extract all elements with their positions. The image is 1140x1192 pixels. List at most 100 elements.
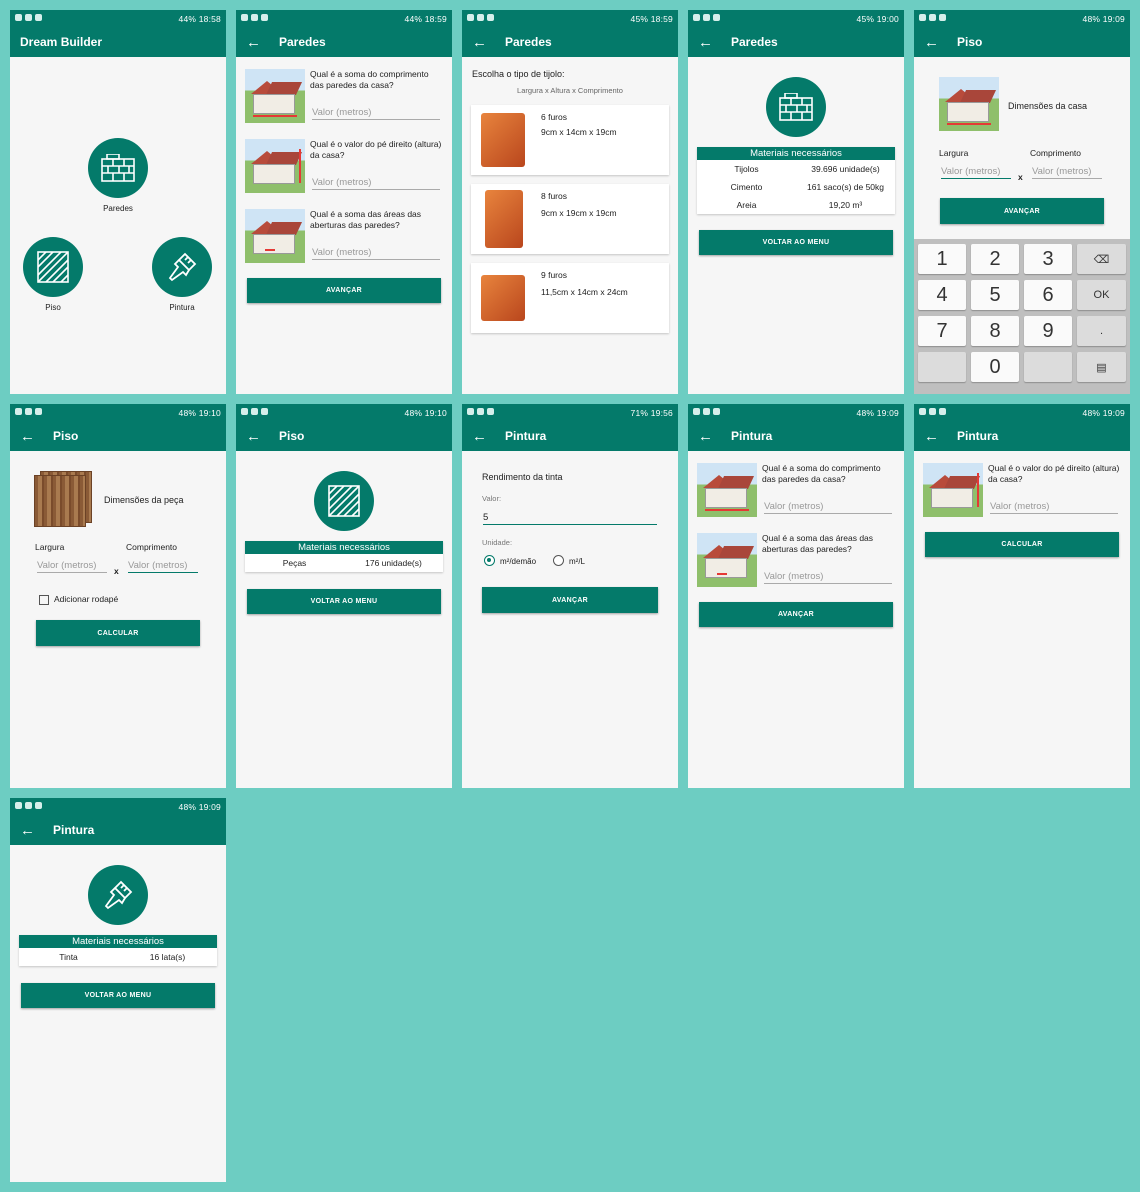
back-arrow-icon[interactable]: ← [20,428,35,445]
question-1: Qual é a soma do comprimento das paredes… [762,463,881,484]
avancar-button[interactable]: AVANÇAR [247,278,441,303]
question-2: Qual é o valor do pé direito (altura) da… [310,139,442,160]
key-3[interactable]: 3 [1024,244,1072,274]
screen-pintura-questions: 48% 19:09 ← Pintura Qual é a soma do comp… [688,404,904,788]
house-image [923,463,983,517]
comprimento-input[interactable]: Valor (metros) [1032,166,1102,179]
app-title: Pintura [505,429,547,443]
app-title: Piso [957,35,983,49]
screen-piso-result: 48% 19:10 ← Piso Materiais necessários Pe… [236,404,452,788]
pintura-label: Pintura [169,303,195,312]
rodape-checkbox[interactable] [39,595,49,605]
avancar-button[interactable]: AVANÇAR [940,198,1104,224]
key-4[interactable]: 4 [918,280,966,310]
app-title: Paredes [505,35,552,49]
status-bar: 71% 19:56 [462,404,678,421]
brick-option-2[interactable]: 8 furos 9cm x 19cm x 19cm [471,184,669,254]
ok-key[interactable]: OK [1077,280,1126,310]
screen-brick-type: 45% 18:59 ← Paredes Escolha o tipo de tij… [462,10,678,394]
brick-option-1[interactable]: 6 furos 9cm x 14cm x 19cm [471,105,669,175]
calcular-button[interactable]: CALCULAR [36,620,200,646]
times-sign: x [114,566,119,576]
back-arrow-icon[interactable]: ← [698,34,713,51]
brick-9-furos-image [481,275,525,321]
voltar-menu-button[interactable]: VOLTAR AO MENU [699,230,893,255]
dimension-label: Dimensões da casa [1008,101,1088,111]
app-title: Paredes [731,35,778,49]
input-aberturas[interactable]: Valor (metros) [312,247,440,260]
avancar-button[interactable]: AVANÇAR [699,602,893,627]
key-1[interactable]: 1 [918,244,966,274]
avancar-button[interactable]: AVANÇAR [482,587,658,613]
comprimento-input[interactable]: Valor (metros) [128,560,198,573]
key-8[interactable]: 8 [971,316,1019,346]
status-bar: 48% 19:10 [236,404,452,421]
input-comprimento[interactable]: Valor (metros) [764,501,892,514]
materials-header: Materiais necessários [697,147,895,160]
status-bar: 44% 18:59 [236,10,452,27]
screen-home: 44% 18:58 Dream Builder Paredes Piso Pin… [10,10,226,394]
app-bar: ← Pintura [688,421,904,451]
input-aberturas[interactable]: Valor (metros) [764,571,892,584]
back-arrow-icon[interactable]: ← [698,428,713,445]
back-arrow-icon[interactable]: ← [924,428,939,445]
valor-label: Valor: [482,494,502,503]
radio-m2-demao[interactable] [484,555,495,566]
key-2[interactable]: 2 [971,244,1019,274]
rendimento-heading: Rendimento da tinta [482,472,563,482]
floor-tile-icon [37,251,69,283]
dot-key[interactable]: . [1077,316,1126,346]
brick-dims: 9cm x 14cm x 19cm [541,127,617,137]
key-5[interactable]: 5 [971,280,1019,310]
screen-paredes-result: 45% 19:00 ← Paredes Materiais necessários… [688,10,904,394]
backspace-icon[interactable]: ⌫ [1077,244,1126,274]
table-row: Peças 176 unidade(s) [282,558,422,568]
keyboard-settings-icon[interactable]: ▤ [1077,352,1126,382]
table-row: Tinta 16 lata(s) [59,952,186,962]
screen-pintura-rendimento: 71% 19:56 ← Pintura Rendimento da tinta V… [462,404,678,788]
key-9[interactable]: 9 [1024,316,1072,346]
voltar-menu-button[interactable]: VOLTAR AO MENU [247,589,441,614]
house-image [245,139,305,193]
input-pe-direito[interactable]: Valor (metros) [312,177,440,190]
back-arrow-icon[interactable]: ← [20,822,35,839]
key-6[interactable]: 6 [1024,280,1072,310]
input-pe-direito[interactable]: Valor (metros) [990,501,1118,514]
back-arrow-icon[interactable]: ← [472,34,487,51]
brick-option-3[interactable]: 9 furos 11,5cm x 14cm x 24cm [471,263,669,333]
app-bar: ← Pintura [914,421,1130,451]
radio-m2-l[interactable] [553,555,564,566]
piso-button[interactable] [23,237,83,297]
wood-piece-image [34,475,86,527]
app-bar: ← Piso [914,27,1130,57]
house-image [939,77,999,131]
largura-label: Largura [35,542,65,552]
valor-input[interactable]: 5 [483,512,657,525]
app-bar: ← Piso [236,421,452,451]
paint-brush-icon [88,865,148,925]
key-7[interactable]: 7 [918,316,966,346]
largura-input[interactable]: Valor (metros) [941,166,1011,179]
voltar-menu-button[interactable]: VOLTAR AO MENU [21,983,215,1008]
input-comprimento[interactable]: Valor (metros) [312,107,440,120]
comprimento-label: Comprimento [1030,148,1082,158]
status-bar: 45% 18:59 [462,10,678,27]
app-bar: Dream Builder [10,27,226,57]
pintura-button[interactable] [152,237,212,297]
app-bar: ← Piso [10,421,226,451]
back-arrow-icon[interactable]: ← [924,34,939,51]
materials-header: Materiais necessários [19,935,217,948]
question-1: Qual é o valor do pé direito (altura) da… [988,463,1120,484]
app-title: Pintura [957,429,999,443]
paredes-button[interactable] [88,138,148,198]
back-arrow-icon[interactable]: ← [472,428,487,445]
largura-label: Largura [939,148,969,158]
largura-input[interactable]: Valor (metros) [37,560,107,573]
screen-piso-house: 48% 19:09 ← Piso Dimensões da casa Largur… [914,10,1130,394]
back-arrow-icon[interactable]: ← [246,34,261,51]
key-0[interactable]: 0 [971,352,1019,382]
calcular-button[interactable]: CALCULAR [925,532,1119,557]
back-arrow-icon[interactable]: ← [246,428,261,445]
house-image [245,69,305,123]
brick-name: 9 furos [541,270,567,280]
